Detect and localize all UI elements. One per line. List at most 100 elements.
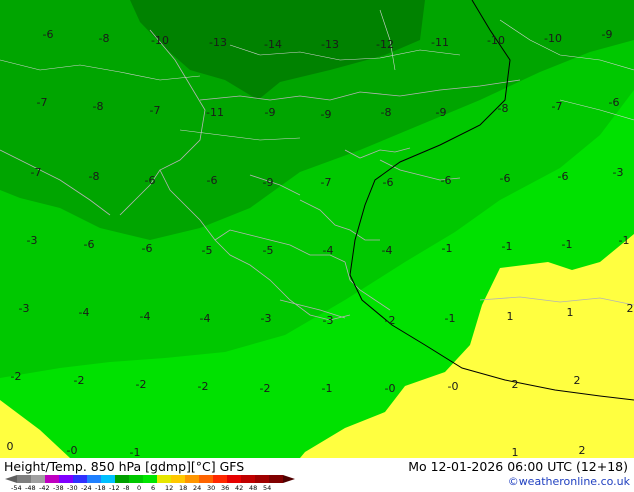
colorbar-segment — [255, 475, 269, 483]
contour-label: -9 — [602, 28, 613, 41]
contour-label: -6 — [441, 174, 452, 187]
contour-label: -2 — [260, 382, 271, 395]
contour-label: -6 — [142, 242, 153, 255]
contour-label: -4 — [79, 306, 90, 319]
contour-label: 1 — [567, 306, 574, 319]
colorbar-tick-label: 48 — [249, 484, 258, 492]
contour-label: -8 — [99, 32, 110, 45]
contour-label: 1 — [507, 310, 514, 323]
colorbar-segment — [129, 475, 143, 483]
weather-map: -6 -8 -10 -13 -14 -13 -12 -11 -10 -10 -9 -7 -8 -7 -11-… — [0, 0, 634, 459]
contour-label: -1 — [130, 446, 141, 458]
contour-label: -0 — [448, 380, 459, 393]
colorbar-segment — [115, 475, 129, 483]
contour-label: -3 — [261, 312, 272, 325]
contour-label: -14 — [264, 38, 282, 51]
colorbar-tick-label: -48 — [25, 484, 36, 492]
colorbar-segment — [213, 475, 227, 483]
colorbar-tick-label: 18 — [179, 484, 188, 492]
contour-label: -8 — [93, 100, 104, 113]
colorbar-segment — [59, 475, 73, 483]
contour-label: -13 — [209, 36, 227, 49]
contour-label: -3 — [613, 166, 624, 179]
contour-label: -6 — [500, 172, 511, 185]
contour-label: -6 — [145, 174, 156, 187]
valid-time: Mo 12-01-2026 06:00 UTC (12+18) — [408, 459, 628, 474]
contour-label: -9 — [263, 176, 274, 189]
colorbar-segment — [241, 475, 255, 483]
colorbar-tick-label: 0 — [137, 484, 142, 492]
contour-label: -6 — [558, 170, 569, 183]
colorbar-tick-label: 12 — [165, 484, 174, 492]
contour-label: -9 — [436, 106, 447, 119]
contour-label: -1 — [322, 382, 333, 395]
contour-label: -2 — [198, 380, 209, 393]
contour-label: -9 — [265, 106, 276, 119]
contour-label: -8 — [498, 102, 509, 115]
colorbar-segment — [73, 475, 87, 483]
colorbar-tick-label: 36 — [221, 484, 230, 492]
contour-label: -6 — [207, 174, 218, 187]
colorbar-segment — [143, 475, 157, 483]
contour-label: -2 — [385, 314, 396, 327]
contour-label: -1 — [445, 312, 456, 325]
colorbar-segment — [185, 475, 199, 483]
colorbar-segment — [269, 475, 283, 483]
map-title: Height/Temp. 850 hPa [gdmp][°C] GFS — [4, 459, 245, 474]
contour-label: -4 — [323, 244, 334, 257]
contour-label: 2 — [579, 444, 586, 457]
contour-label: -8 — [381, 106, 392, 119]
colorbar-tick-label: -30 — [67, 484, 78, 492]
contour-label: -5 — [263, 244, 274, 257]
footer-bar: Height/Temp. 850 hPa [gdmp][°C] GFS Mo 1… — [0, 458, 634, 492]
contour-label: -1 — [562, 238, 573, 251]
contour-label: -8 — [89, 170, 100, 183]
contour-label: -2 — [11, 370, 22, 383]
contour-label: -9 — [321, 108, 332, 121]
contour-label: -7 — [31, 166, 42, 179]
contour-label: 1 — [512, 446, 519, 458]
colorbar-tick-label: -18 — [95, 484, 106, 492]
contour-label: -2 — [74, 374, 85, 387]
contour-label: -10 — [151, 34, 169, 47]
contour-label: 2 — [512, 378, 519, 391]
contour-label: -4 — [140, 310, 151, 323]
colorbar-tick-label: -12 — [109, 484, 120, 492]
colorbar-tick-label: -24 — [81, 484, 92, 492]
contour-label: -13 — [321, 38, 339, 51]
contour-label: -12 — [376, 38, 394, 51]
colorbar-segment — [45, 475, 59, 483]
colorbar-tick-label: -54 — [11, 484, 22, 492]
credit-text[interactable]: ©weatheronline.co.uk — [508, 475, 630, 488]
contour-label: -0 — [385, 382, 396, 395]
colorbar-segment — [17, 475, 31, 483]
contour-label: -4 — [200, 312, 211, 325]
contour-label: 2 — [574, 374, 581, 387]
contour-label: -10 — [487, 34, 505, 47]
contour-label: -5 — [202, 244, 213, 257]
contour-label: -11 — [206, 106, 224, 119]
colorbar-segment — [31, 475, 45, 483]
colorbar-left-arrow — [5, 475, 17, 483]
contour-label: -6 — [43, 28, 54, 41]
colorbar-ticks: -54 -48 -42 -38 -30 -24 -18 -12 -8 0 6 12 18 24 30 36 42… — [0, 484, 310, 492]
colorbar-segment — [171, 475, 185, 483]
colorbar-tick-label: 54 — [263, 484, 272, 492]
contour-label: -3 — [323, 314, 334, 327]
colorbar — [5, 475, 295, 483]
contour-label: -1 — [502, 240, 513, 253]
colorbar-segment — [87, 475, 101, 483]
colorbar-tick-label: -38 — [53, 484, 64, 492]
contour-label: -7 — [37, 96, 48, 109]
colorbar-tick-label: 24 — [193, 484, 202, 492]
contour-label: -3 — [27, 234, 38, 247]
colorbar-tick-label: 30 — [207, 484, 216, 492]
colorbar-segment — [101, 475, 115, 483]
contour-label: -1 — [619, 234, 630, 247]
contour-label: -7 — [150, 104, 161, 117]
contour-label: -6 — [383, 176, 394, 189]
contour-label: -6 — [609, 96, 620, 109]
contour-label: 0 — [7, 440, 14, 453]
colorbar-segment — [157, 475, 171, 483]
contour-label: -3 — [19, 302, 30, 315]
